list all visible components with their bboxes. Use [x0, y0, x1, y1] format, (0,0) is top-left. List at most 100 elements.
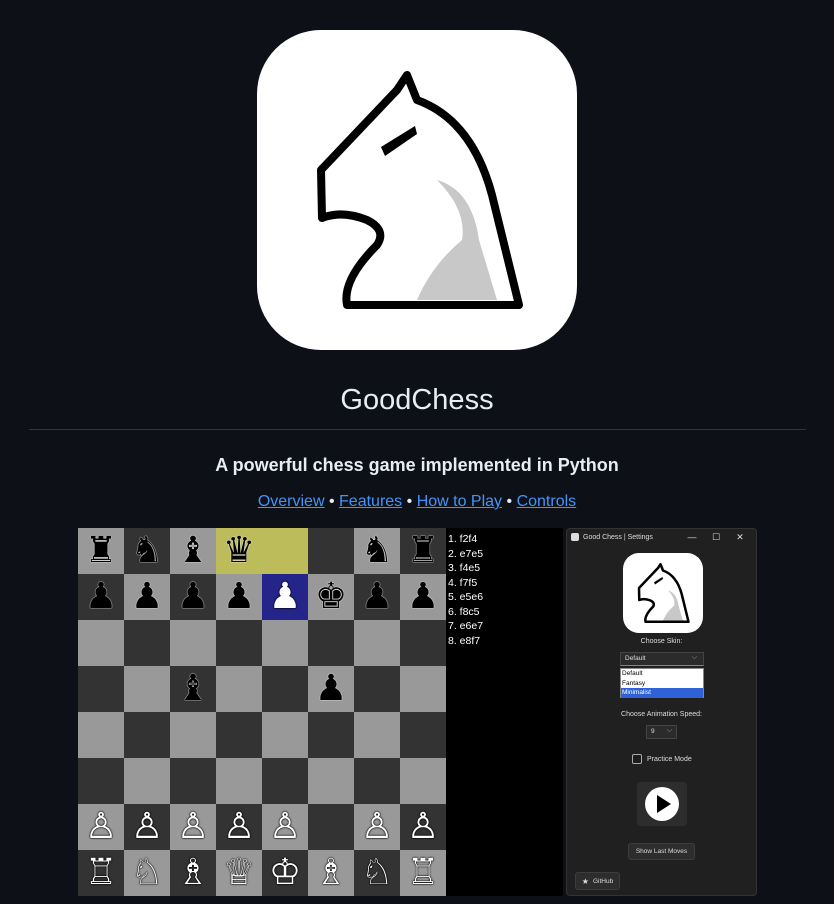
chess-piece[interactable]: ♜ [407, 533, 439, 569]
chess-piece[interactable]: ♛ [223, 533, 255, 569]
board-square[interactable]: ♙ [400, 804, 446, 850]
board-square[interactable]: ♟ [170, 574, 216, 620]
board-square[interactable] [78, 666, 124, 712]
board-square[interactable] [354, 758, 400, 804]
board-square[interactable] [400, 666, 446, 712]
chess-piece[interactable]: ♟ [85, 579, 117, 615]
speed-dropdown[interactable]: 9 ⌵ [646, 725, 677, 739]
board-square[interactable] [354, 712, 400, 758]
practice-mode-toggle[interactable]: Practice Mode [632, 754, 692, 764]
chess-piece[interactable]: ♘ [131, 855, 163, 891]
board-square[interactable] [78, 620, 124, 666]
board-square[interactable] [308, 804, 354, 850]
chess-piece[interactable]: ♔ [269, 855, 301, 891]
chess-piece[interactable]: ♟ [223, 579, 255, 615]
board-square[interactable]: ♘ [124, 850, 170, 896]
board-square[interactable]: ♝ [170, 528, 216, 574]
chess-piece[interactable]: ♞ [131, 533, 163, 569]
board-square[interactable] [262, 528, 308, 574]
chess-piece[interactable]: ♝ [177, 671, 209, 707]
chess-piece[interactable]: ♙ [177, 809, 209, 845]
chess-piece[interactable]: ♕ [223, 855, 255, 891]
board-square[interactable]: ♞ [124, 528, 170, 574]
board-square[interactable] [308, 758, 354, 804]
chess-piece[interactable]: ♚ [315, 579, 347, 615]
skin-dropdown[interactable]: Default ⌵ [620, 652, 704, 666]
board-square[interactable] [262, 712, 308, 758]
board-square[interactable] [308, 712, 354, 758]
board-square[interactable]: ♟ [78, 574, 124, 620]
board-square[interactable] [170, 620, 216, 666]
link-features[interactable]: Features [339, 493, 402, 510]
board-square[interactable] [124, 758, 170, 804]
chess-piece[interactable]: ♘ [361, 855, 393, 891]
chess-piece[interactable]: ♝ [177, 533, 209, 569]
board-square[interactable]: ♞ [354, 528, 400, 574]
board-square[interactable]: ♙ [354, 804, 400, 850]
chess-piece[interactable]: ♟ [131, 579, 163, 615]
board-square[interactable]: ♙ [124, 804, 170, 850]
board-square[interactable]: ♛ [216, 528, 262, 574]
skin-option-fantasy[interactable]: Fantasy [621, 679, 703, 689]
chess-piece[interactable]: ♙ [131, 809, 163, 845]
chess-piece[interactable]: ♟ [361, 579, 393, 615]
board-square[interactable] [354, 666, 400, 712]
board-square[interactable] [308, 528, 354, 574]
link-controls[interactable]: Controls [517, 493, 577, 510]
board-square[interactable]: ♟ [262, 574, 308, 620]
board-square[interactable] [124, 620, 170, 666]
board-square[interactable] [400, 712, 446, 758]
board-square[interactable]: ♟ [124, 574, 170, 620]
skin-option-minimalist[interactable]: Minimalist [621, 688, 703, 698]
chess-piece[interactable]: ♟ [407, 579, 439, 615]
board-square[interactable]: ♔ [262, 850, 308, 896]
chess-piece[interactable]: ♙ [85, 809, 117, 845]
board-square[interactable]: ♜ [400, 528, 446, 574]
link-overview[interactable]: Overview [258, 493, 325, 510]
chess-piece[interactable]: ♞ [361, 533, 393, 569]
board-square[interactable]: ♚ [308, 574, 354, 620]
board-square[interactable] [124, 666, 170, 712]
board-square[interactable] [216, 666, 262, 712]
board-square[interactable]: ♗ [308, 850, 354, 896]
board-square[interactable] [216, 620, 262, 666]
board-square[interactable] [170, 758, 216, 804]
chess-piece[interactable]: ♖ [407, 855, 439, 891]
board-square[interactable]: ♗ [170, 850, 216, 896]
close-icon[interactable]: ✕ [728, 532, 752, 543]
chess-piece[interactable]: ♙ [223, 809, 255, 845]
chess-piece[interactable]: ♟ [315, 671, 347, 707]
chess-piece[interactable]: ♜ [85, 533, 117, 569]
chess-piece[interactable]: ♙ [269, 809, 301, 845]
chess-board[interactable]: ♜ ♞ ♝ ♛ ♞ ♜ ♟ ♟ ♟ ♟ ♟ ♚ ♟ ♟ ♝ ♟ ♙ ♙ ♙ ♙ ♙ ♙ ♙ ♖ ♘ ♗ ♕ ♔ ♗ ♘ ♖ [78, 528, 446, 896]
board-square[interactable] [262, 666, 308, 712]
chess-piece[interactable]: ♗ [315, 855, 347, 891]
board-square[interactable]: ♟ [400, 574, 446, 620]
board-square[interactable]: ♟ [216, 574, 262, 620]
board-square[interactable]: ♙ [78, 804, 124, 850]
board-square[interactable]: ♖ [78, 850, 124, 896]
chess-piece[interactable]: ♙ [407, 809, 439, 845]
maximize-icon[interactable]: ☐ [704, 532, 728, 543]
github-button[interactable]: ★ GitHub [575, 872, 620, 890]
link-how-to-play[interactable]: How to Play [417, 493, 502, 510]
play-button[interactable] [637, 782, 687, 826]
skin-option-default[interactable]: Default [621, 669, 703, 679]
chess-piece[interactable]: ♙ [361, 809, 393, 845]
show-last-moves-button[interactable]: Show Last Moves [628, 843, 695, 860]
board-square[interactable] [216, 712, 262, 758]
board-square[interactable] [354, 620, 400, 666]
board-square[interactable] [170, 712, 216, 758]
board-square[interactable]: ♙ [170, 804, 216, 850]
board-square[interactable]: ♘ [354, 850, 400, 896]
practice-mode-checkbox[interactable] [632, 754, 642, 764]
board-square[interactable] [400, 620, 446, 666]
chess-piece[interactable]: ♖ [85, 855, 117, 891]
board-square[interactable]: ♙ [262, 804, 308, 850]
chess-piece[interactable]: ♟ [177, 579, 209, 615]
board-square[interactable] [400, 758, 446, 804]
board-square[interactable] [78, 758, 124, 804]
board-square[interactable] [262, 758, 308, 804]
minimize-icon[interactable]: — [680, 532, 704, 542]
board-square[interactable] [124, 712, 170, 758]
